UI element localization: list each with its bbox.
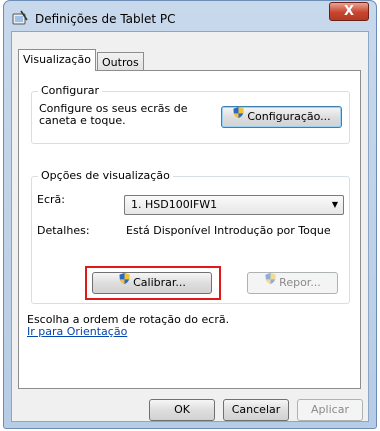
calibrate-button-label: Calibrar...	[133, 276, 186, 289]
screen-select-value: 1. HSD100IFW1	[131, 198, 218, 211]
close-icon: X	[343, 4, 355, 19]
details-value: Está Disponível Introdução por Toque	[126, 224, 331, 237]
cancel-button-label: Cancelar	[231, 403, 281, 416]
close-button[interactable]: X	[329, 2, 369, 21]
tab-panel: Configurar Configure os seus ecrãs de ca…	[18, 70, 361, 389]
configuration-button[interactable]: Configuração...	[221, 106, 342, 128]
configuration-button-label: Configuração...	[247, 110, 331, 123]
uac-shield-icon	[264, 272, 277, 292]
display-options-group: Opções de visualização Ecrã: 1. HSD100IF…	[31, 169, 350, 304]
details-label: Detalhes:	[37, 224, 90, 237]
tab-visualizacao[interactable]: Visualização	[18, 49, 96, 71]
calibrate-button[interactable]: Calibrar...	[92, 272, 212, 294]
uac-shield-icon	[118, 272, 131, 292]
tab-label: Outros	[102, 56, 139, 69]
ok-button-label: OK	[174, 403, 190, 416]
configure-group-label: Configurar	[38, 84, 103, 97]
apply-button-label: Aplicar	[311, 403, 349, 416]
uac-shield-icon	[232, 106, 245, 126]
tablet-pc-settings-dialog: Definições de Tablet PC X Visualização O…	[3, 0, 377, 429]
tab-label: Visualização	[23, 53, 91, 66]
screen-label: Ecrã:	[37, 193, 65, 206]
cancel-button[interactable]: Cancelar	[223, 399, 289, 421]
apply-button[interactable]: Aplicar	[297, 399, 363, 421]
chevron-down-icon: ▼	[331, 200, 338, 209]
tablet-pc-icon	[12, 10, 28, 26]
display-options-group-label: Opções de visualização	[38, 169, 173, 182]
ok-button[interactable]: OK	[149, 399, 215, 421]
dialog-client-area: Visualização Outros Configurar Configure…	[11, 31, 369, 422]
reset-button[interactable]: Repor...	[247, 272, 338, 294]
configure-description: Configure os seus ecrãs de caneta e toqu…	[39, 102, 188, 127]
reset-button-label: Repor...	[279, 276, 321, 289]
tab-outros[interactable]: Outros	[97, 52, 144, 72]
configure-group: Configurar Configure os seus ecrãs de ca…	[31, 84, 350, 144]
window-title: Definições de Tablet PC	[35, 12, 176, 26]
orientation-link[interactable]: Ir para Orientação	[27, 325, 127, 338]
title-bar: Definições de Tablet PC X	[4, 1, 376, 31]
screen-select[interactable]: 1. HSD100IFW1 ▼	[124, 195, 344, 215]
